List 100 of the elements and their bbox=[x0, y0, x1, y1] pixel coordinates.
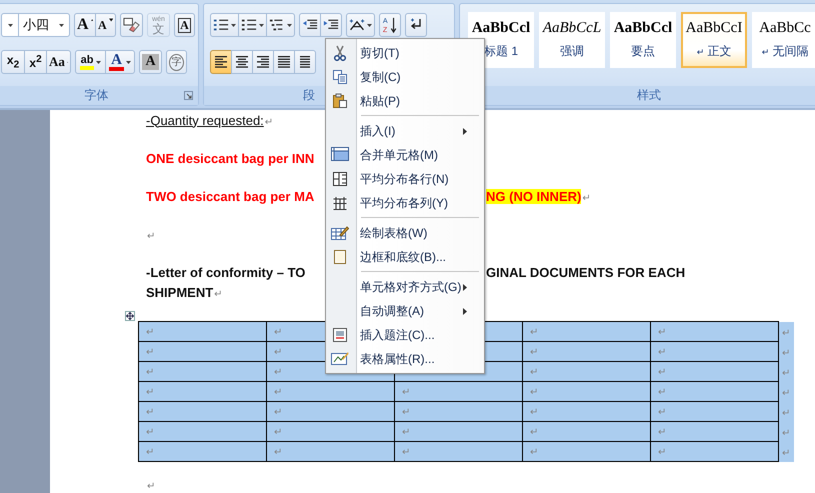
table-grid-icon bbox=[332, 171, 348, 187]
dialog-launcher-icon[interactable] bbox=[184, 91, 193, 100]
up-triangle-icon bbox=[90, 18, 93, 22]
table-cell: ↵ bbox=[266, 442, 394, 462]
down-triangle-icon bbox=[108, 18, 113, 22]
table-cell: ↵ bbox=[522, 382, 650, 402]
menu-item[interactable]: 复制(C) bbox=[327, 65, 483, 89]
table-cell: ↵ bbox=[138, 362, 266, 382]
table-cell: ↵ bbox=[522, 402, 650, 422]
list-icon bbox=[269, 17, 285, 33]
style-card[interactable]: AaBbCcL 强调 bbox=[539, 12, 605, 68]
table-properties-icon bbox=[331, 351, 349, 365]
superscript-button[interactable]: x$^{2}$ bbox=[24, 50, 47, 74]
menu-item[interactable]: 插入(I) bbox=[327, 119, 483, 143]
table-cell: ↵ bbox=[394, 382, 522, 402]
style-card[interactable]: AaBbCc ↵ 无间隔 bbox=[752, 12, 815, 68]
align-icon bbox=[255, 55, 271, 69]
table-cell: ↵ bbox=[650, 382, 778, 402]
character-shading-button[interactable]: A bbox=[139, 50, 162, 74]
clear-format-button[interactable] bbox=[120, 13, 143, 37]
paragraph-mark: ↵ bbox=[264, 116, 274, 128]
table-cell: ↵ bbox=[138, 322, 266, 342]
highlight-button[interactable]: ab bbox=[75, 50, 106, 74]
multilevel-list-button[interactable] bbox=[266, 13, 295, 37]
table-cell: ↵ bbox=[138, 342, 266, 362]
group-label: 段 bbox=[303, 87, 315, 104]
document-text: ONE desiccant bag per INN bbox=[146, 150, 314, 166]
table-grid-icon bbox=[332, 195, 348, 211]
font-color-button[interactable]: A bbox=[105, 50, 135, 74]
group-label: 字体 bbox=[84, 87, 108, 104]
page-icon bbox=[332, 249, 348, 265]
align-left-button[interactable] bbox=[210, 50, 232, 74]
document-text: GINAL DOCUMENTS FOR EACH bbox=[486, 264, 686, 280]
enclose-character-button[interactable]: 字 bbox=[166, 50, 187, 74]
menu-item[interactable]: 单元格对齐方式(G) bbox=[327, 275, 483, 299]
table-cell: ↵ bbox=[650, 362, 778, 382]
document-text: -Quantity requested: bbox=[146, 112, 264, 128]
menu-item[interactable]: 自动调整(A) bbox=[327, 299, 483, 323]
submenu-arrow-icon bbox=[463, 284, 467, 291]
caption-icon bbox=[332, 327, 348, 343]
scissors-icon bbox=[332, 45, 348, 61]
table-cell: ↵ bbox=[394, 422, 522, 442]
table-cell: ↵ bbox=[138, 422, 266, 442]
align-icon bbox=[276, 55, 292, 69]
paragraph-mark: ↵ bbox=[147, 481, 156, 492]
increase-indent-button[interactable] bbox=[320, 13, 342, 37]
table-move-handle[interactable] bbox=[125, 311, 135, 321]
document-text: NG (NO INNER) bbox=[486, 188, 582, 204]
group-label: 样式 bbox=[637, 87, 661, 104]
table-cell: ↵ bbox=[650, 322, 778, 342]
table-cell: ↵ bbox=[522, 362, 650, 382]
numbering-button[interactable] bbox=[238, 13, 267, 37]
submenu-arrow-icon bbox=[463, 128, 467, 135]
table-cell: ↵ bbox=[522, 442, 650, 462]
document-text: TWO desiccant bag per MA bbox=[146, 188, 314, 204]
table-cell: ↵ bbox=[522, 322, 650, 342]
menu-item[interactable]: 粘贴(P) bbox=[327, 89, 483, 113]
table-cell: ↵ bbox=[138, 402, 266, 422]
align-icon bbox=[234, 55, 250, 69]
distribute-button[interactable] bbox=[294, 50, 316, 74]
list-icon bbox=[241, 17, 257, 33]
copy-icon bbox=[332, 69, 348, 85]
menu-item[interactable]: 平均分布各列(Y) bbox=[327, 191, 483, 215]
show-marks-button[interactable] bbox=[405, 13, 427, 37]
row-end-mark: ↵ bbox=[782, 328, 790, 338]
align-icon bbox=[213, 55, 229, 69]
table-pencil-icon bbox=[331, 225, 349, 241]
character-border-button[interactable]: A bbox=[174, 13, 195, 37]
table-cell: ↵ bbox=[650, 402, 778, 422]
row-end-mark: ↵ bbox=[782, 388, 790, 398]
justify-button[interactable] bbox=[273, 50, 295, 74]
subscript-button[interactable]: x$_{2}$ bbox=[1, 50, 25, 74]
clipboard-icon bbox=[332, 93, 348, 109]
change-case-button[interactable]: Aa bbox=[46, 50, 71, 74]
menu-item[interactable]: 合并单元格(M) bbox=[327, 143, 483, 167]
menu-item[interactable]: 平均分布各行(N) bbox=[327, 167, 483, 191]
paragraph-mark: ↵ bbox=[214, 288, 223, 300]
align-right-button[interactable] bbox=[252, 50, 274, 74]
font-name-field[interactable] bbox=[1, 13, 19, 37]
style-card[interactable]: AaBbCcl 要点 bbox=[610, 12, 676, 68]
font-size-field[interactable]: 小四 bbox=[18, 13, 70, 37]
style-card[interactable]: AaBbCcI ↵ 正文 bbox=[681, 12, 747, 68]
list-icon bbox=[213, 17, 229, 33]
table-cell: ↵ bbox=[394, 402, 522, 422]
bullets-button[interactable] bbox=[210, 13, 239, 37]
paragraph-mark: ↵ bbox=[147, 230, 156, 242]
table-cell: ↵ bbox=[266, 402, 394, 422]
table-cell: ↵ bbox=[650, 342, 778, 362]
menu-item[interactable]: 边框和底纹(B)... bbox=[327, 245, 483, 269]
asian-layout-icon bbox=[349, 17, 365, 33]
row-end-mark: ↵ bbox=[782, 428, 790, 438]
menu-item[interactable]: 绘制表格(W) bbox=[327, 221, 483, 245]
asian-layout-button[interactable] bbox=[346, 13, 375, 37]
grow-font-button[interactable]: A bbox=[74, 13, 96, 37]
row-end-mark: ↵ bbox=[782, 448, 790, 458]
table-cell: ↵ bbox=[138, 382, 266, 402]
shrink-font-button[interactable]: A bbox=[95, 13, 116, 37]
decrease-indent-button[interactable] bbox=[299, 13, 321, 37]
table-cell: ↵ bbox=[650, 422, 778, 442]
align-center-button[interactable] bbox=[231, 50, 253, 74]
